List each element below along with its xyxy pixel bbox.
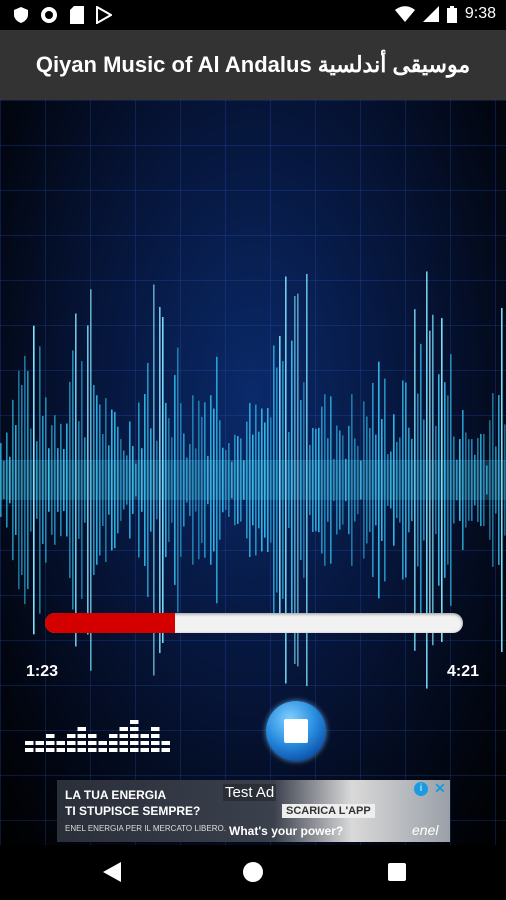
app-title-bar: Qiyan Music of Al Andalus موسيقى أندلسية bbox=[0, 30, 506, 100]
stop-icon bbox=[284, 719, 308, 743]
sd-card-icon bbox=[70, 6, 84, 24]
ad-tagline: What's your power? bbox=[229, 824, 344, 838]
status-bar: 9:38 bbox=[0, 0, 506, 30]
recents-icon[interactable] bbox=[388, 863, 406, 881]
home-icon[interactable] bbox=[243, 862, 263, 882]
ad-headline-1: LA TUA ENERGIA bbox=[65, 788, 167, 802]
test-ad-badge: Test Ad bbox=[223, 784, 277, 801]
equalizer-icon[interactable] bbox=[25, 716, 173, 752]
battery-icon bbox=[446, 5, 457, 23]
ad-headline-2: TI STUPISCE SEMPRE? bbox=[65, 804, 201, 818]
info-icon[interactable]: i bbox=[414, 782, 428, 796]
wifi-icon bbox=[394, 6, 415, 22]
ad-cta-button[interactable]: SCARICA L'APP bbox=[282, 804, 375, 818]
close-icon[interactable]: ✕ bbox=[432, 780, 448, 796]
play-store-icon bbox=[96, 6, 112, 24]
back-icon[interactable] bbox=[103, 862, 121, 882]
circle-icon bbox=[41, 7, 57, 23]
status-time: 9:38 bbox=[464, 5, 496, 22]
status-bar-notifications bbox=[14, 6, 112, 24]
stop-button[interactable] bbox=[266, 701, 326, 761]
progress-fill bbox=[45, 613, 175, 633]
ad-small-text: ENEL ENERGIA PER IL MERCATO LIBERO. bbox=[65, 824, 226, 833]
ad-banner[interactable]: LA TUA ENERGIA TI STUPISCE SEMPRE? ENEL … bbox=[57, 780, 450, 842]
elapsed-time: 1:23 bbox=[26, 663, 59, 680]
status-bar-system: 9:38 bbox=[394, 5, 496, 23]
shield-icon bbox=[14, 7, 28, 23]
ad-brand-logo: enel bbox=[412, 822, 439, 838]
total-duration: 4:21 bbox=[447, 663, 480, 680]
signal-icon bbox=[422, 6, 439, 22]
progress-bar[interactable] bbox=[45, 613, 463, 633]
app-title: Qiyan Music of Al Andalus موسيقى أندلسية bbox=[35, 52, 471, 77]
